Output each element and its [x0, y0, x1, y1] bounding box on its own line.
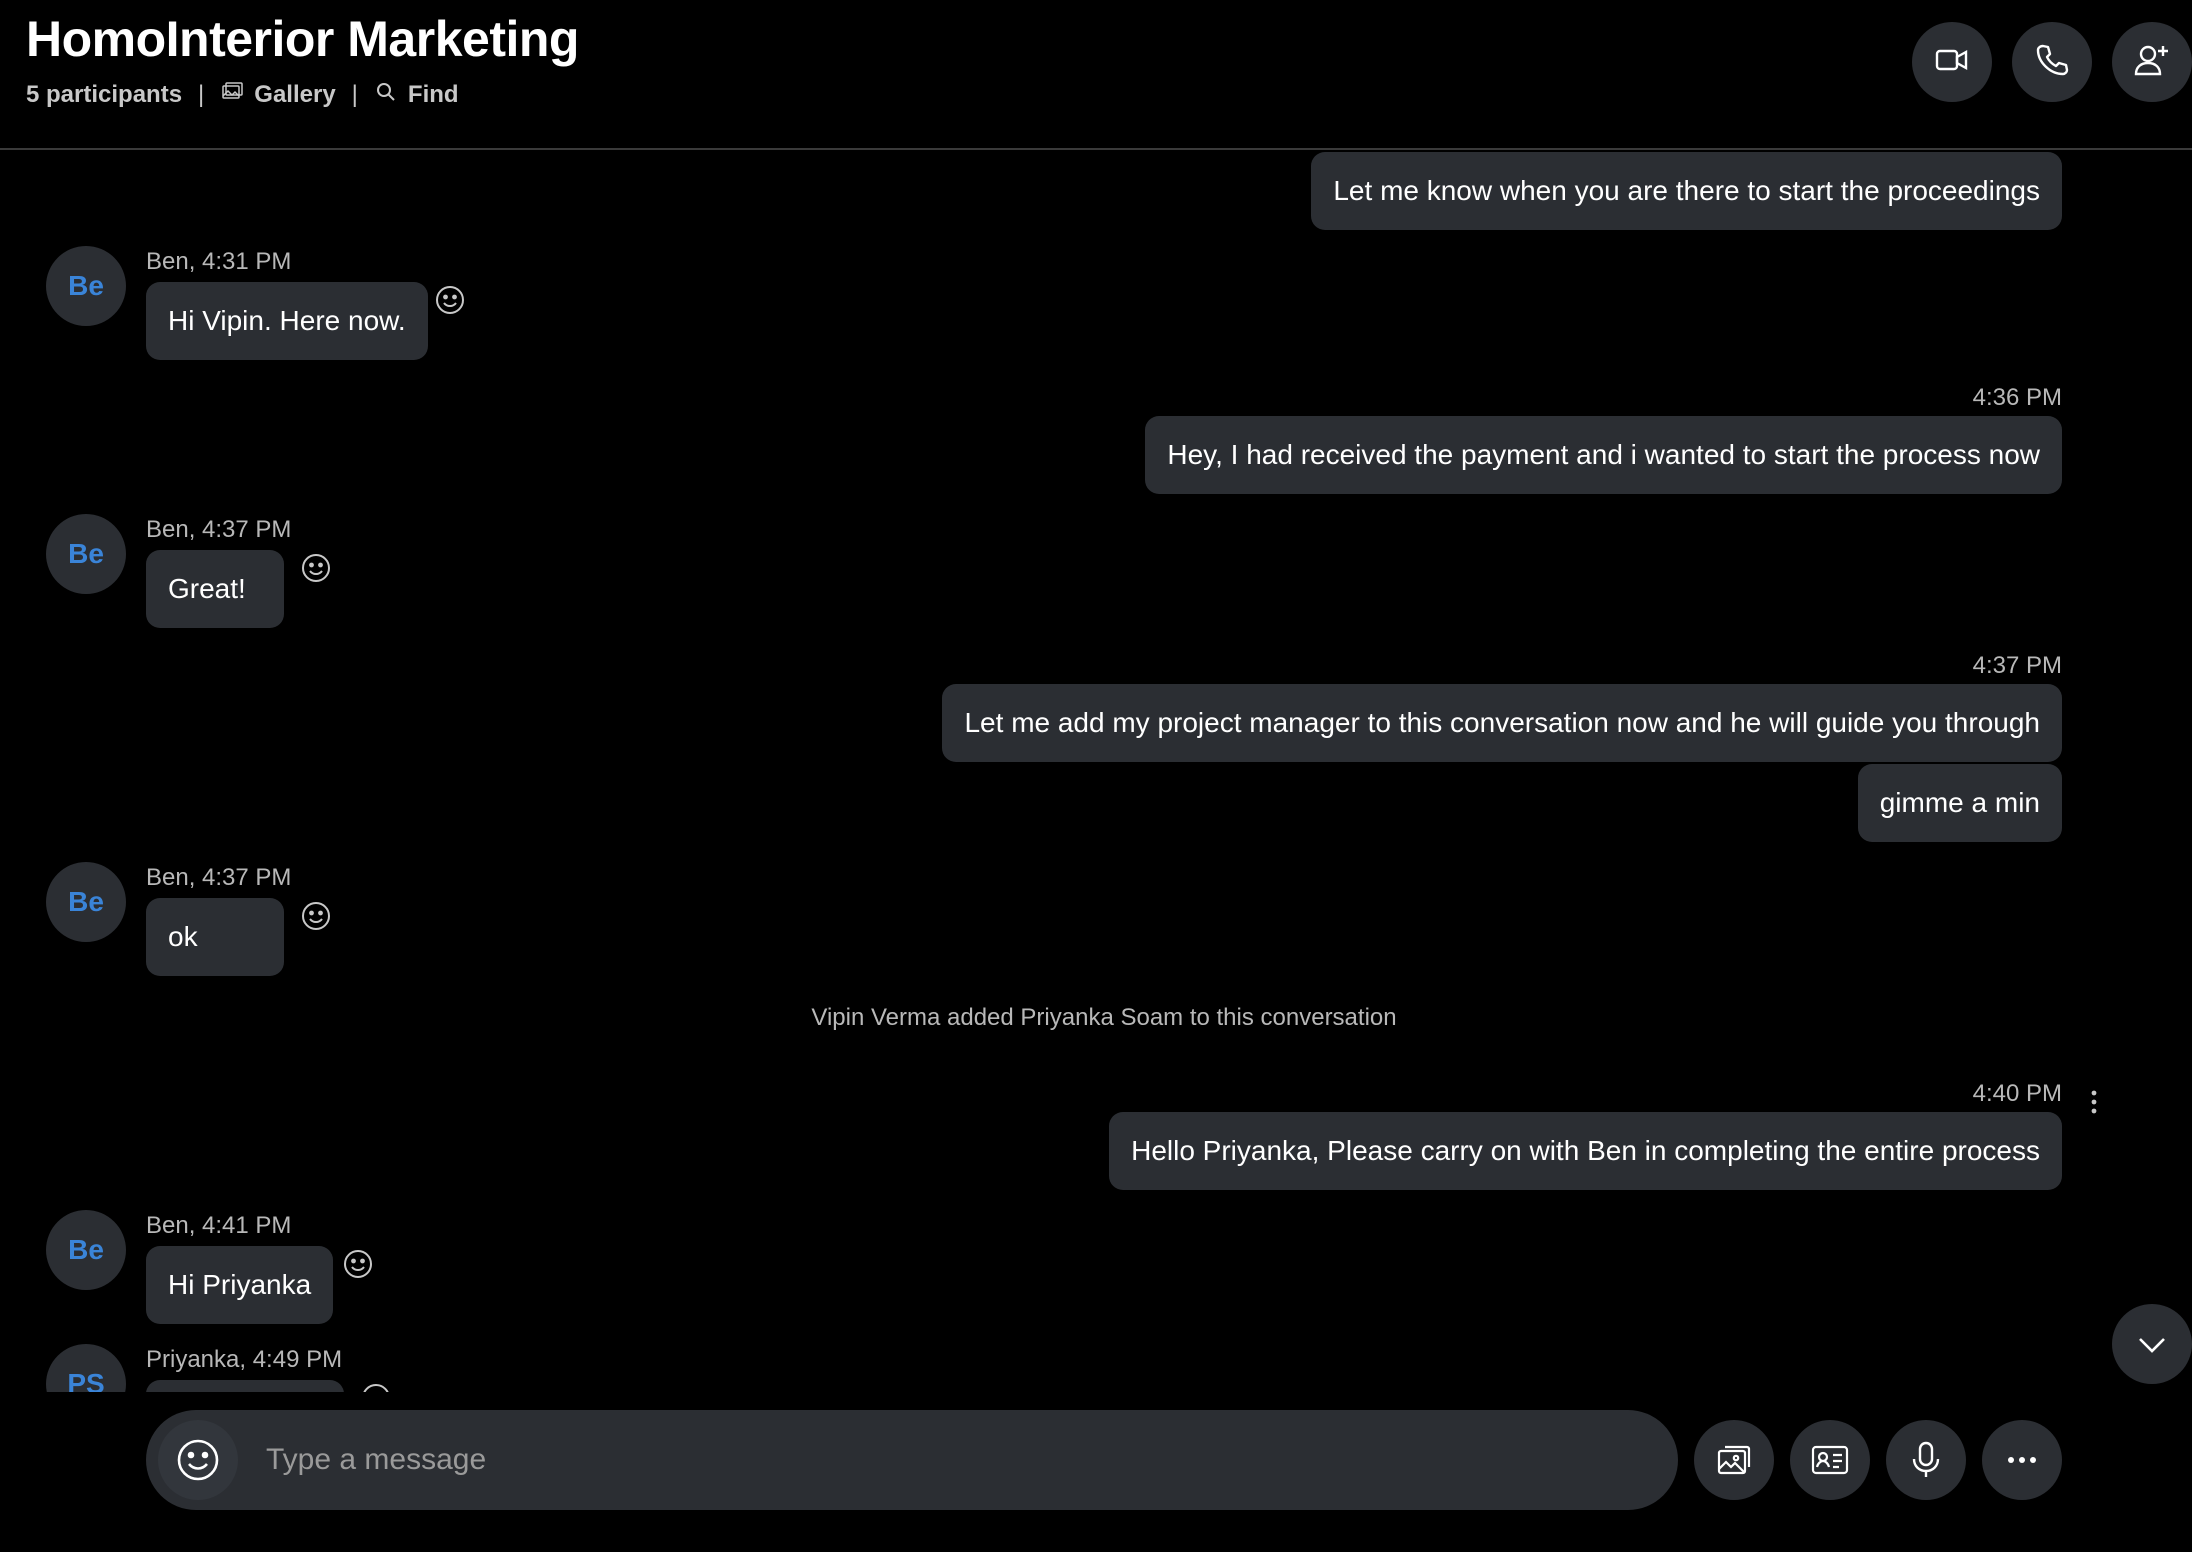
scroll-to-bottom-button[interactable]: [2112, 1304, 2192, 1384]
video-call-button[interactable]: [1912, 22, 1992, 102]
separator: |: [198, 81, 205, 108]
emoji-icon: [436, 286, 464, 314]
incoming-message[interactable]: Hi Priyanka: [146, 1246, 334, 1324]
emoji-icon: [344, 1250, 372, 1278]
emoji-icon: [177, 1439, 219, 1481]
avatar[interactable]: Be: [46, 862, 126, 942]
incoming-message[interactable]: ok: [146, 898, 284, 976]
emoji-icon: [302, 554, 330, 582]
avatar[interactable]: PS: [46, 1344, 126, 1392]
separator: |: [351, 81, 358, 108]
contact-card-icon: [1811, 1445, 1849, 1475]
avatar[interactable]: Be: [46, 246, 126, 326]
find-link[interactable]: Find: [374, 80, 459, 111]
message-time: 4:40 PM: [1972, 1080, 2062, 1107]
incoming-message[interactable]: [146, 1380, 344, 1392]
add-reaction-button[interactable]: [342, 1248, 374, 1280]
share-contact-button[interactable]: [1790, 1420, 1870, 1500]
message-sender-time: Ben, 4:41 PM: [146, 1212, 292, 1239]
message-time: 4:36 PM: [1972, 384, 2062, 411]
more-horizontal-icon: [2008, 1457, 2036, 1463]
add-reaction-button[interactable]: [434, 284, 466, 316]
find-label: Find: [407, 81, 459, 108]
message-list[interactable]: Let me know when you are there to start …: [0, 152, 2192, 1392]
gallery-label: Gallery: [254, 81, 336, 108]
message-sender-time: Ben, 4:31 PM: [146, 248, 292, 275]
conversation-subbar: 5 participants | Gallery | Find: [26, 80, 459, 110]
message-sender-time: Ben, 4:37 PM: [146, 864, 292, 891]
participants-link[interactable]: 5 participants: [26, 81, 182, 109]
message-composer: [146, 1410, 1678, 1510]
system-message: Vipin Verma added Priyanka Soam to this …: [811, 1004, 1397, 1031]
avatar[interactable]: Be: [46, 514, 126, 594]
incoming-message[interactable]: Hi Vipin. Here now.: [146, 282, 428, 360]
emoji-icon: [363, 1384, 389, 1392]
message-sender-time: Priyanka, 4:49 PM: [146, 1346, 343, 1373]
message-sender-time: Ben, 4:37 PM: [146, 516, 292, 543]
outgoing-message[interactable]: Hello Priyanka, Please carry on with Ben…: [1109, 1112, 2062, 1190]
outgoing-message[interactable]: gimme a min: [1857, 764, 2062, 842]
avatar[interactable]: Be: [46, 1210, 126, 1290]
gallery-link[interactable]: Gallery: [220, 80, 336, 111]
microphone-icon: [1912, 1441, 1940, 1477]
video-camera-icon: [1932, 40, 1972, 85]
outgoing-message[interactable]: Let me know when you are there to start …: [1311, 152, 2062, 230]
emoji-picker-button[interactable]: [158, 1420, 238, 1500]
emoji-icon: [302, 902, 330, 930]
add-reaction-button[interactable]: [360, 1382, 392, 1392]
gallery-icon: [220, 80, 244, 111]
message-time: 4:37 PM: [1972, 652, 2062, 679]
add-person-icon: [2132, 40, 2172, 85]
more-options-button[interactable]: [1982, 1420, 2062, 1500]
image-icon: [1717, 1445, 1751, 1475]
conversation-title[interactable]: HomoInterior Marketing: [26, 10, 579, 68]
add-participant-button[interactable]: [2112, 22, 2192, 102]
message-options-button[interactable]: [2084, 1086, 2104, 1118]
add-reaction-button[interactable]: [300, 900, 332, 932]
send-media-button[interactable]: [1694, 1420, 1774, 1500]
more-vertical-icon: [2091, 1090, 2097, 1114]
add-reaction-button[interactable]: [300, 552, 332, 584]
conversation-header: HomoInterior Marketing 5 participants | …: [0, 0, 2192, 150]
message-input[interactable]: [266, 1430, 1646, 1490]
outgoing-message[interactable]: Hey, I had received the payment and i wa…: [1145, 416, 2062, 494]
audio-call-button[interactable]: [2012, 22, 2092, 102]
search-icon: [374, 80, 398, 111]
chevron-down-icon: [2139, 1338, 2165, 1353]
chat-window: HomoInterior Marketing 5 participants | …: [0, 0, 2192, 1552]
outgoing-message[interactable]: Let me add my project manager to this co…: [942, 684, 2062, 762]
incoming-message[interactable]: Great!: [146, 550, 284, 628]
phone-icon: [2032, 40, 2072, 85]
voice-message-button[interactable]: [1886, 1420, 1966, 1500]
